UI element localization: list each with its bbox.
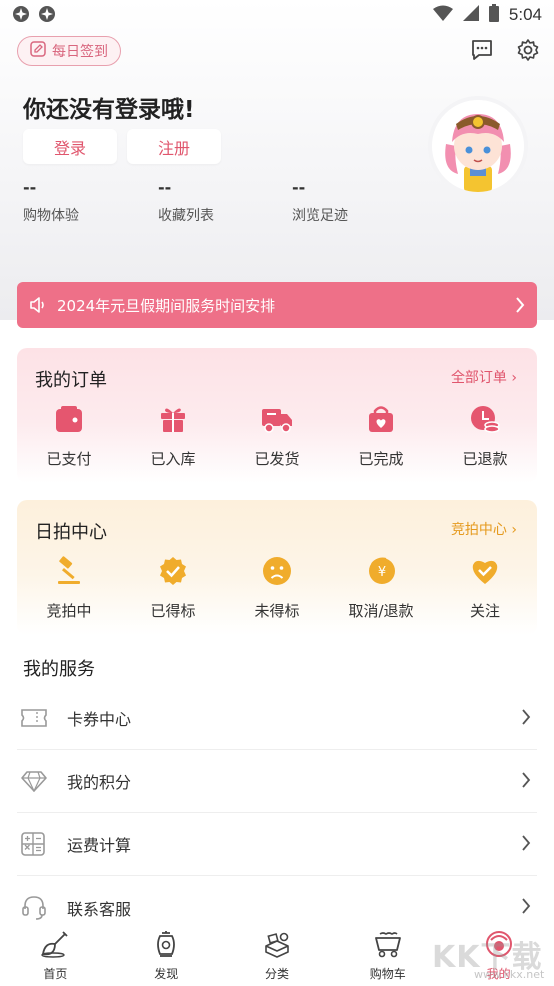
auction-status-label: 已得标 bbox=[150, 602, 196, 620]
stat-label: 浏览足迹 bbox=[292, 208, 348, 224]
auction-status-won[interactable]: 已得标 bbox=[121, 556, 225, 621]
service-label: 联系客服 bbox=[67, 899, 132, 919]
all-orders-link[interactable]: 全部订单 › bbox=[451, 367, 517, 387]
auction-center-link[interactable]: 竞拍中心 › bbox=[451, 519, 517, 539]
chevron-right-icon bbox=[521, 771, 531, 793]
stat-label: 购物体验 bbox=[23, 208, 79, 224]
gift-icon bbox=[158, 404, 188, 438]
refund-icon bbox=[470, 404, 500, 438]
yen-coin-icon: ¥ bbox=[366, 556, 396, 590]
tab-label: 发现 bbox=[154, 967, 179, 981]
svg-text:¥: ¥ bbox=[378, 565, 386, 580]
tab-cart[interactable]: 购物车 bbox=[332, 922, 443, 986]
headset-icon bbox=[21, 895, 53, 921]
stat-browse-history[interactable]: -- 浏览足迹 bbox=[292, 178, 348, 225]
my-orders-card: 我的订单 全部订单 › 已支付 已入库 已发货 已完成 已退款 bbox=[17, 348, 537, 483]
auction-status-label: 竞拍中 bbox=[46, 602, 92, 620]
diamond-icon bbox=[21, 770, 53, 792]
calculator-icon bbox=[21, 832, 53, 856]
chevron-right-icon bbox=[521, 897, 531, 919]
avatar[interactable] bbox=[428, 96, 528, 196]
edit-icon bbox=[30, 41, 46, 61]
stat-value: -- bbox=[292, 178, 306, 197]
chevron-right-icon bbox=[521, 834, 531, 856]
battery-icon bbox=[488, 4, 499, 26]
tab-home[interactable]: 首页 bbox=[0, 922, 111, 986]
signal-icon bbox=[462, 5, 479, 25]
login-prompt-title: 你还没有登录哦! bbox=[23, 97, 195, 123]
order-status-completed[interactable]: 已完成 bbox=[329, 404, 433, 469]
tab-label: 购物车 bbox=[369, 967, 406, 981]
auction-status-label: 取消/退款 bbox=[348, 602, 414, 620]
gavel-icon bbox=[54, 556, 84, 590]
auction-status-label: 关注 bbox=[469, 602, 500, 620]
order-status-paid[interactable]: 已支付 bbox=[17, 404, 121, 469]
tab-discover[interactable]: 发现 bbox=[111, 922, 222, 986]
settings-gear-icon[interactable] bbox=[516, 38, 540, 66]
status-bar: 5:04 bbox=[0, 0, 554, 30]
chevron-right-icon bbox=[515, 296, 525, 318]
order-status-label: 已退款 bbox=[462, 450, 508, 468]
announcement-banner[interactable]: 2024年元旦假期间服务时间安排 bbox=[17, 282, 537, 328]
auction-status-lost[interactable]: 未得标 bbox=[225, 556, 329, 621]
stat-value: -- bbox=[23, 178, 37, 197]
tab-categories[interactable]: 分类 bbox=[222, 922, 333, 986]
orders-title: 我的订单 bbox=[35, 370, 107, 391]
order-status-label: 已发货 bbox=[254, 450, 300, 468]
shovel-icon bbox=[41, 930, 69, 962]
daily-auction-card: 日拍中心 竞拍中心 › 竞拍中 已得标 未得标 ¥ 取消/退款 关注 bbox=[17, 500, 537, 635]
message-icon[interactable] bbox=[470, 38, 494, 66]
heart-check-icon bbox=[470, 556, 500, 590]
sad-face-icon bbox=[262, 556, 292, 590]
service-label: 运费计算 bbox=[67, 836, 132, 855]
watermark-url: www.kkx.net bbox=[474, 968, 545, 981]
order-status-shipped[interactable]: 已发货 bbox=[225, 404, 329, 469]
cart-icon bbox=[373, 930, 403, 962]
speaker-icon bbox=[29, 296, 47, 314]
login-button[interactable]: 登录 bbox=[23, 129, 117, 164]
app-notification-icon bbox=[38, 5, 56, 27]
announcement-text: 2024年元旦假期间服务时间安排 bbox=[57, 296, 276, 315]
auction-status-label: 未得标 bbox=[254, 602, 300, 620]
daily-checkin-button[interactable]: 每日签到 bbox=[17, 36, 121, 66]
service-coupon-center[interactable]: 卡券中心 bbox=[17, 687, 537, 750]
status-time: 5:04 bbox=[508, 5, 542, 24]
checkin-label: 每日签到 bbox=[52, 44, 108, 60]
auction-status-cancelled-refund[interactable]: ¥ 取消/退款 bbox=[329, 556, 433, 621]
lantern-icon bbox=[152, 930, 180, 962]
check-badge-icon bbox=[158, 556, 188, 590]
order-status-label: 已支付 bbox=[46, 450, 92, 468]
order-status-label: 已入库 bbox=[150, 450, 196, 468]
order-status-refunded[interactable]: 已退款 bbox=[433, 404, 537, 469]
boxes-icon bbox=[263, 930, 291, 962]
order-status-stored[interactable]: 已入库 bbox=[121, 404, 225, 469]
chevron-right-icon bbox=[521, 708, 531, 730]
stat-favorites[interactable]: -- 收藏列表 bbox=[158, 178, 214, 225]
stat-value: -- bbox=[158, 178, 172, 197]
auction-title: 日拍中心 bbox=[35, 522, 107, 543]
wifi-icon bbox=[432, 5, 453, 25]
tab-label: 分类 bbox=[264, 967, 289, 981]
service-my-points[interactable]: 我的积分 bbox=[17, 750, 537, 813]
service-label: 我的积分 bbox=[67, 773, 132, 792]
coupon-icon bbox=[21, 708, 53, 728]
wallet-icon bbox=[54, 404, 84, 438]
tab-label: 首页 bbox=[43, 967, 68, 981]
stat-shopping-experience[interactable]: -- 购物体验 bbox=[23, 178, 79, 225]
services-title: 我的服务 bbox=[23, 659, 95, 680]
stat-label: 收藏列表 bbox=[158, 208, 214, 224]
auction-status-bidding[interactable]: 竞拍中 bbox=[17, 556, 121, 621]
service-label: 卡券中心 bbox=[67, 710, 132, 729]
bag-icon bbox=[366, 404, 396, 438]
order-status-label: 已完成 bbox=[358, 450, 404, 468]
truck-icon bbox=[261, 404, 293, 438]
auction-status-followed[interactable]: 关注 bbox=[433, 556, 537, 621]
register-button[interactable]: 注册 bbox=[127, 129, 221, 164]
app-notification-icon bbox=[12, 5, 30, 27]
service-shipping-calculator[interactable]: 运费计算 bbox=[17, 813, 537, 876]
